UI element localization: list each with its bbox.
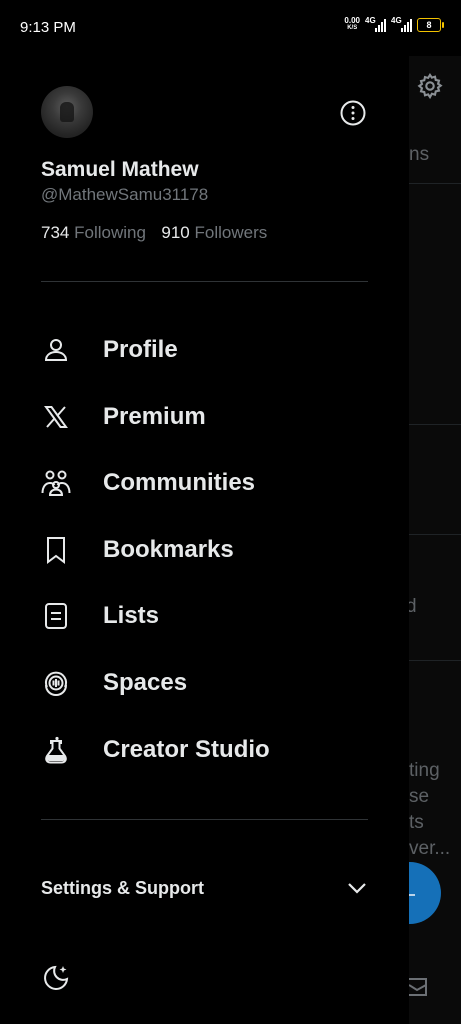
menu-item-label: Lists bbox=[103, 602, 160, 629]
background-page: ns d ting se ts ver... bbox=[409, 56, 461, 1024]
communities-icon bbox=[41, 468, 71, 498]
bookmark-icon bbox=[41, 535, 71, 565]
network-speed-unit: K/S bbox=[347, 25, 358, 31]
background-text: se bbox=[409, 786, 430, 807]
status-time: 9:13 PM bbox=[20, 19, 76, 36]
messages-icon[interactable] bbox=[409, 976, 429, 998]
compose-button[interactable] bbox=[409, 862, 441, 924]
background-text: ts bbox=[409, 812, 424, 833]
settings-support-toggle[interactable]: Settings & Support bbox=[41, 868, 371, 908]
background-divider bbox=[409, 660, 461, 661]
profile-name[interactable]: Samuel Mathew bbox=[41, 158, 199, 182]
settings-support-label: Settings & Support bbox=[41, 877, 204, 898]
background-divider bbox=[409, 183, 461, 184]
status-bar: 9:13 PM 0.00 K/S 4G 4G 8 bbox=[0, 0, 461, 56]
divider bbox=[41, 819, 368, 820]
profile-handle: @MathewSamu31178 bbox=[41, 185, 209, 204]
navigation-drawer: Samuel Mathew @MathewSamu31178 734 Follo… bbox=[0, 56, 409, 1024]
avatar[interactable] bbox=[41, 86, 93, 138]
menu-item-communities[interactable]: Communities bbox=[41, 459, 381, 507]
menu-item-label: Communities bbox=[103, 469, 256, 496]
flask-icon bbox=[41, 735, 71, 765]
background-text: ver... bbox=[409, 838, 451, 859]
signal-icon-2: 4G bbox=[391, 15, 412, 32]
list-icon bbox=[41, 601, 71, 631]
followers-link[interactable]: 910 Followers bbox=[161, 223, 267, 242]
followers-count: 910 bbox=[161, 223, 190, 242]
signal-icon: 4G bbox=[365, 15, 386, 32]
compose-icon bbox=[409, 894, 415, 896]
background-divider bbox=[409, 534, 461, 535]
spaces-icon bbox=[41, 668, 71, 698]
following-count: 734 bbox=[41, 223, 70, 242]
background-text: ns bbox=[409, 144, 430, 165]
following-link[interactable]: 734 Following bbox=[41, 223, 151, 242]
background-text: ting bbox=[409, 760, 440, 781]
status-icons: 0.00 K/S 4G 4G 8 bbox=[344, 15, 444, 32]
menu-item-label: Spaces bbox=[103, 669, 188, 696]
signal-label-2: 4G bbox=[391, 15, 402, 25]
chevron-down-icon bbox=[348, 883, 366, 894]
menu-item-profile[interactable]: Profile bbox=[41, 326, 381, 374]
x-logo-icon bbox=[41, 402, 71, 432]
background-divider bbox=[409, 424, 461, 425]
menu-item-creator-studio[interactable]: Creator Studio bbox=[41, 726, 381, 774]
menu-item-bookmarks[interactable]: Bookmarks bbox=[41, 526, 381, 574]
menu-item-lists[interactable]: Lists bbox=[41, 592, 381, 640]
moon-sparkle-icon[interactable] bbox=[41, 963, 71, 993]
menu-item-label: Premium bbox=[103, 403, 206, 430]
divider bbox=[41, 281, 368, 282]
following-label: Following bbox=[74, 223, 146, 242]
menu-item-label: Creator Studio bbox=[103, 736, 270, 763]
network-speed-value: 0.00 bbox=[344, 16, 360, 25]
network-speed: 0.00 K/S bbox=[344, 17, 360, 32]
follow-stats: 734 Following 910 Followers bbox=[41, 223, 267, 243]
followers-label: Followers bbox=[194, 223, 268, 242]
menu-item-spaces[interactable]: Spaces bbox=[41, 659, 381, 707]
menu-item-label: Bookmarks bbox=[103, 536, 234, 563]
gear-icon[interactable] bbox=[416, 72, 444, 100]
person-icon bbox=[41, 335, 71, 365]
menu-item-premium[interactable]: Premium bbox=[41, 393, 381, 441]
battery-icon: 8 bbox=[417, 17, 444, 32]
signal-label: 4G bbox=[365, 15, 376, 25]
menu-item-label: Profile bbox=[103, 336, 178, 363]
background-text: d bbox=[409, 596, 417, 617]
more-options-icon[interactable] bbox=[339, 99, 367, 127]
